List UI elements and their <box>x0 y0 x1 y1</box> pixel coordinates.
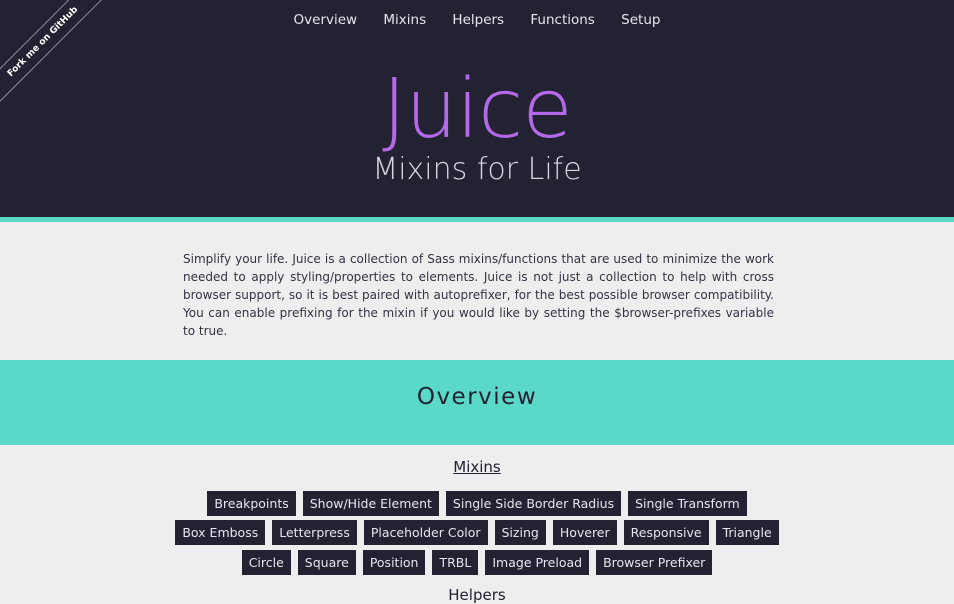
tag-letterpress[interactable]: Letterpress <box>272 520 357 545</box>
mixins-row-3: Circle Square Position TRBL Image Preloa… <box>0 550 954 575</box>
header-accent-border <box>0 217 954 222</box>
hero-title: Juice <box>382 62 572 157</box>
helpers-heading[interactable]: Helpers <box>0 586 954 604</box>
tag-trbl[interactable]: TRBL <box>432 550 479 575</box>
overview-title: Overview <box>416 384 538 410</box>
mixins-row-2: Box Emboss Letterpress Placeholder Color… <box>0 520 954 545</box>
tag-responsive[interactable]: Responsive <box>623 520 709 545</box>
tag-single-transform[interactable]: Single Transform <box>628 491 747 516</box>
overview-band: Overview <box>0 360 954 445</box>
tag-position[interactable]: Position <box>362 550 426 575</box>
tag-box-emboss[interactable]: Box Emboss <box>175 520 266 545</box>
nav-helpers[interactable]: Helpers <box>452 12 504 28</box>
mixins-heading-link[interactable]: Mixins <box>453 458 500 476</box>
nav-functions[interactable]: Functions <box>530 12 594 28</box>
tag-triangle[interactable]: Triangle <box>715 520 779 545</box>
tag-placeholder-color[interactable]: Placeholder Color <box>363 520 488 545</box>
intro-paragraph: Simplify your life. Juice is a collectio… <box>183 252 774 338</box>
tag-image-preload[interactable]: Image Preload <box>485 550 590 575</box>
tag-sizing[interactable]: Sizing <box>494 520 546 545</box>
tag-hoverer[interactable]: Hoverer <box>552 520 617 545</box>
tag-square[interactable]: Square <box>297 550 356 575</box>
mixins-heading: Mixins <box>0 458 954 476</box>
tag-browser-prefixer[interactable]: Browser Prefixer <box>596 550 713 575</box>
top-nav: Overview Mixins Helpers Functions Setup <box>0 12 954 28</box>
nav-overview[interactable]: Overview <box>294 12 358 28</box>
tag-single-side-border-radius[interactable]: Single Side Border Radius <box>445 491 622 516</box>
hero-subtitle: Mixins for Life <box>372 152 582 187</box>
site-header: Fork me on GitHub Overview Mixins Helper… <box>0 0 954 217</box>
nav-setup[interactable]: Setup <box>621 12 660 28</box>
nav-mixins[interactable]: Mixins <box>383 12 426 28</box>
tag-circle[interactable]: Circle <box>241 550 291 575</box>
tag-breakpoints[interactable]: Breakpoints <box>207 491 296 516</box>
mixins-row-1: Breakpoints Show/Hide Element Single Sid… <box>0 491 954 516</box>
tag-show-hide-element[interactable]: Show/Hide Element <box>302 491 439 516</box>
